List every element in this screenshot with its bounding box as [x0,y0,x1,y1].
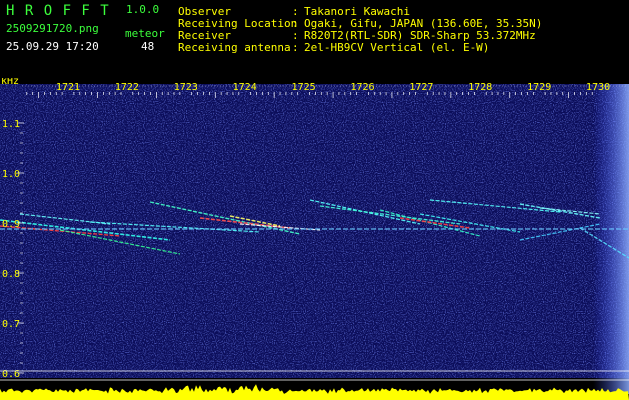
time-tick-label: 1721 [56,82,80,93]
spectrogram-chart: 1721 1722 1723 1724 1725 1726 1727 1728 1729 1730… [0,78,629,400]
header-panel: H R O F F T 1.0.0 2509291720.png meteor … [0,0,629,78]
info-sep-antenna: : [292,41,299,54]
time-tick-label: 1730 [586,82,610,93]
freq-tick-label: 0.9 [2,219,20,230]
file-name: 2509291720.png [6,22,99,35]
time-tick-label: 1726 [350,82,374,93]
freq-tick-label: 0.7 [2,319,20,330]
noise-burst-edge [593,84,629,394]
time-tick-label: 1728 [468,82,492,93]
time-tick-label: 1727 [409,82,433,93]
app-title: H R O F F T [6,3,110,19]
info-key-antenna: Receiving antenna [178,41,291,54]
y-axis-label: kHz [1,78,19,87]
freq-tick-label: 0.8 [2,269,20,280]
time-tick-label: 1723 [174,82,198,93]
time-tick-label: 1722 [115,82,139,93]
detection-label: meteor [125,27,165,40]
time-tick-label: 1725 [292,82,316,93]
freq-tick-label: 1.0 [2,169,20,180]
detection-count: 48 [141,40,155,53]
file-datetime: 25.09.29 17:20 [6,40,99,53]
time-tick-label: 1724 [233,82,257,93]
info-value-antenna: 2el-HB9CV Vertical (el. E-W) [304,41,490,54]
freq-tick-label: 1.1 [2,119,20,130]
app-version: 1.0.0 [126,3,160,16]
time-tick-label: 1729 [527,82,551,93]
